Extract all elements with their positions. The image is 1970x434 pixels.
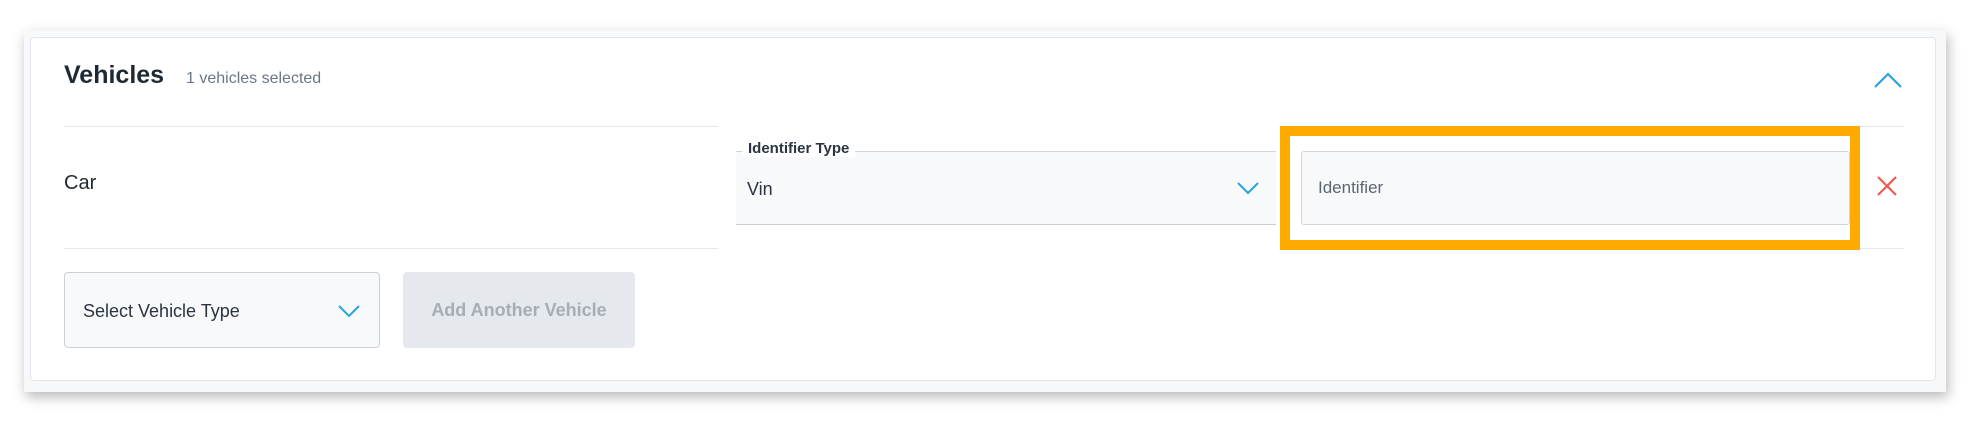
close-icon[interactable]: [1876, 175, 1898, 197]
row-divider-right: [1860, 248, 1904, 249]
section-title: Vehicles: [64, 61, 165, 89]
identifier-type-label: Identifier Type: [742, 140, 856, 157]
select-vehicle-type[interactable]: Select Vehicle Type: [64, 272, 380, 348]
row-divider: [64, 248, 718, 249]
identifier-type-select[interactable]: [736, 151, 1276, 225]
identifier-input[interactable]: [1301, 151, 1850, 225]
chevron-down-icon[interactable]: [1236, 180, 1260, 196]
header-divider-right: [1860, 126, 1904, 127]
vehicle-name: Car: [64, 172, 97, 194]
identifier-type-value: Vin: [747, 179, 773, 199]
header-divider: [64, 126, 718, 127]
select-vehicle-type-placeholder: Select Vehicle Type: [83, 301, 240, 321]
chevron-up-icon[interactable]: [1872, 68, 1904, 92]
chevron-down-icon: [338, 305, 360, 318]
selected-count: 1 vehicles selected: [186, 70, 322, 87]
add-another-vehicle-button[interactable]: Add Another Vehicle: [403, 272, 635, 348]
